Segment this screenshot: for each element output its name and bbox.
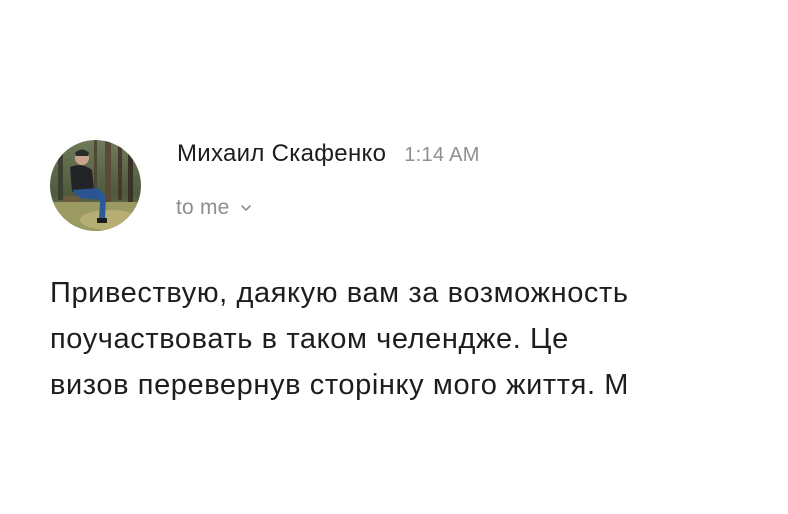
email-body-line: визов перевернув сторінку мого життя. М — [50, 369, 630, 401]
email-header: Михаил Скафенко 1:14 AM to me — [50, 140, 750, 240]
sender-avatar[interactable] — [50, 140, 141, 231]
chevron-down-icon — [240, 202, 252, 214]
avatar-photo — [50, 140, 141, 231]
email-body-line: поучаствовать в таком челендже. Це — [50, 323, 569, 355]
sender-name[interactable]: Михаил Скафенко — [177, 140, 386, 168]
email-body-line: Привествую, даякую вам за возможность — [50, 277, 629, 309]
email-body: Привествую, даякую вам за возможность по… — [50, 270, 788, 408]
timestamp: 1:14 AM — [404, 144, 480, 166]
recipients-label: to me — [176, 196, 230, 219]
sender-line: Михаил Скафенко 1:14 AM — [177, 140, 480, 174]
recipients-toggle[interactable]: to me — [176, 196, 252, 220]
